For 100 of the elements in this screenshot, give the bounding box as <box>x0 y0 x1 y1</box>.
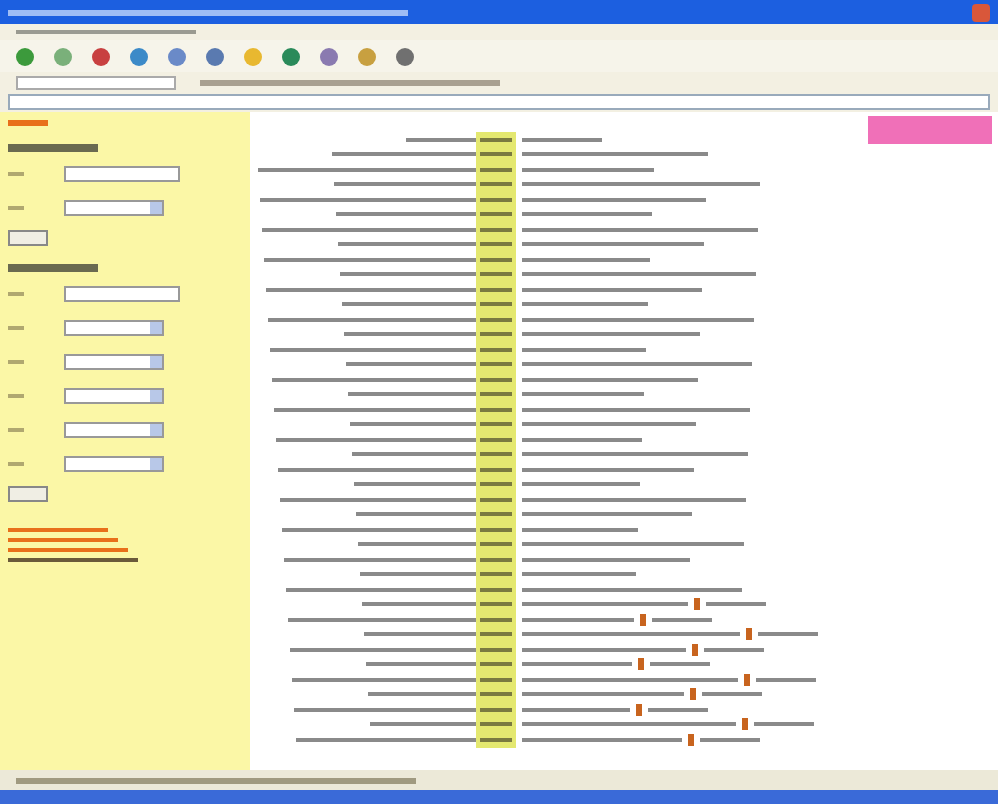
keyword-text-drawing <box>480 332 512 337</box>
context-text-drawing <box>364 632 476 637</box>
context-text-drawing <box>360 572 476 577</box>
keyword-text-drawing <box>480 227 512 232</box>
context-text-drawing <box>352 452 476 457</box>
keyword-text-drawing <box>480 527 512 532</box>
keyword-text-drawing <box>480 287 512 292</box>
context-text-drawing <box>338 242 476 247</box>
context-text-drawing <box>334 182 476 187</box>
keyword-text-drawing <box>480 677 512 682</box>
heading-text-drawing <box>8 144 98 152</box>
marker-icon <box>694 598 700 611</box>
context-text-drawing <box>350 422 476 427</box>
context-text-drawing <box>522 347 646 352</box>
keyword-text-drawing <box>480 347 512 352</box>
context-text-drawing <box>522 617 634 622</box>
marker-icon <box>638 658 644 671</box>
context-text-drawing <box>522 137 602 142</box>
context-text-drawing <box>406 137 476 142</box>
context-text-drawing <box>332 152 476 157</box>
keyword-text-drawing <box>480 392 512 397</box>
submit-button[interactable] <box>8 230 48 246</box>
context-text-drawing <box>356 512 476 517</box>
keyword-text-drawing <box>480 632 512 637</box>
keyword-text-drawing <box>480 452 512 457</box>
context-text-drawing <box>354 482 476 487</box>
dropdown[interactable] <box>64 320 164 336</box>
context-text-drawing <box>648 707 708 712</box>
context-text-drawing <box>344 332 476 337</box>
marker-icon <box>640 613 646 626</box>
context-text-drawing <box>522 302 648 307</box>
context-text-drawing <box>348 392 476 397</box>
dropdown[interactable] <box>64 200 164 216</box>
keyword-text-drawing <box>480 497 512 502</box>
context-text-drawing <box>522 212 652 217</box>
context-text-drawing <box>522 482 640 487</box>
search-field[interactable] <box>16 75 176 89</box>
context-text-drawing <box>522 572 636 577</box>
context-text-drawing <box>340 272 476 277</box>
keyword-text-drawing <box>480 152 512 157</box>
keyword-text-drawing <box>480 167 512 172</box>
context-text-drawing <box>366 662 476 667</box>
keyword-text-drawing <box>480 212 512 217</box>
marker-icon <box>688 733 694 746</box>
marker-icon <box>742 718 748 731</box>
context-text-drawing <box>706 602 766 607</box>
keyword-text-drawing <box>480 197 512 202</box>
context-text-drawing <box>358 542 476 547</box>
context-text-drawing <box>652 617 712 622</box>
marker-icon <box>692 643 698 656</box>
input-field[interactable] <box>64 166 180 182</box>
context-text-drawing <box>522 392 644 397</box>
keyword-text-drawing <box>480 647 512 652</box>
context-text-drawing <box>370 722 476 727</box>
keyword-text-drawing <box>480 437 512 442</box>
context-text-drawing <box>362 602 476 607</box>
marker-icon <box>746 628 752 641</box>
submit-button[interactable] <box>8 486 48 502</box>
keyword-text-drawing <box>480 662 512 667</box>
address-field[interactable] <box>8 94 990 110</box>
context-text-drawing <box>704 647 764 652</box>
dropdown[interactable] <box>64 422 164 438</box>
keyword-text-drawing <box>480 467 512 472</box>
context-text-drawing <box>368 692 476 697</box>
context-text-drawing <box>700 737 760 742</box>
keyword-text-drawing <box>480 137 512 142</box>
context-text-drawing <box>702 692 762 697</box>
input-field[interactable] <box>64 286 180 302</box>
keyword-text-drawing <box>480 542 512 547</box>
keyword-text-drawing <box>480 587 512 592</box>
context-text-drawing <box>522 707 630 712</box>
context-text-drawing <box>756 677 816 682</box>
keyword-text-drawing <box>480 692 512 697</box>
context-text-drawing <box>754 722 814 727</box>
link-text-drawing <box>8 120 48 126</box>
dropdown[interactable] <box>64 388 164 404</box>
context-text-drawing <box>336 212 476 217</box>
keyword-text-drawing <box>480 722 512 727</box>
keyword-text-drawing <box>480 512 512 517</box>
keyword-text-drawing <box>480 182 512 187</box>
keyword-text-drawing <box>480 422 512 427</box>
context-text-drawing <box>522 662 632 667</box>
context-text-drawing <box>522 437 642 442</box>
keyword-text-drawing <box>480 317 512 322</box>
marker-icon <box>636 703 642 716</box>
close-icon[interactable] <box>972 3 990 21</box>
dropdown[interactable] <box>64 354 164 370</box>
context-text-drawing <box>758 632 818 637</box>
keyword-text-drawing <box>480 572 512 577</box>
keyword-text-drawing <box>480 257 512 262</box>
dropdown[interactable] <box>64 456 164 472</box>
keyword-text-drawing <box>480 242 512 247</box>
keyword-text-drawing <box>480 737 512 742</box>
marker-icon <box>690 688 696 701</box>
keyword-text-drawing <box>480 557 512 562</box>
keyword-text-drawing <box>480 362 512 367</box>
context-text-drawing <box>522 527 638 532</box>
context-text-drawing <box>522 257 650 262</box>
marker-icon <box>744 673 750 686</box>
context-text-drawing <box>346 362 476 367</box>
